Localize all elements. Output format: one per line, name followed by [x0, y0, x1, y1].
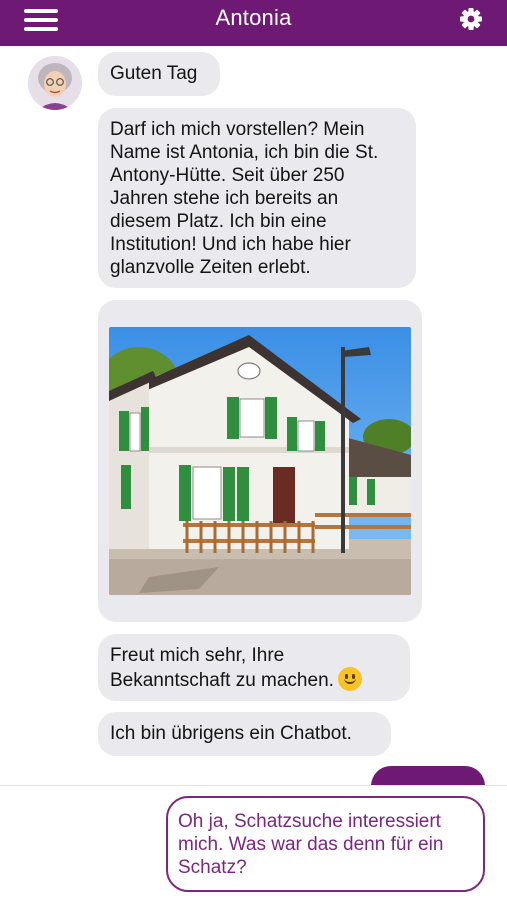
hut-photo[interactable] — [109, 327, 411, 595]
bot-message: Guten Tag — [98, 52, 220, 96]
gear-icon[interactable] — [457, 5, 485, 33]
app-header: Antonia — [0, 0, 507, 46]
bot-image-message[interactable] — [98, 300, 422, 622]
bot-message: Darf ich mich vorstellen? Mein Name ist … — [98, 108, 416, 288]
bot-message: Ich bin übrigens ein Chatbot. — [98, 712, 391, 756]
chat-thread[interactable]: Guten Tag Darf ich mich vorstellen? Mein… — [0, 46, 507, 786]
bot-avatar — [28, 56, 82, 110]
chat-title: Antonia — [215, 5, 292, 30]
reply-options-panel: Oh ja, Schatzsuche interessiert mich. Wa… — [0, 785, 507, 900]
message-text: Freut mich sehr, Ihre Bekanntschaft zu m… — [110, 645, 334, 691]
smiley-emoji-icon — [337, 667, 362, 691]
bot-message: Freut mich sehr, Ihre Bekanntschaft zu m… — [98, 634, 410, 701]
reply-option-button[interactable]: Oh ja, Schatzsuche interessiert mich. Wa… — [166, 796, 485, 892]
user-message-bubble — [371, 766, 485, 786]
